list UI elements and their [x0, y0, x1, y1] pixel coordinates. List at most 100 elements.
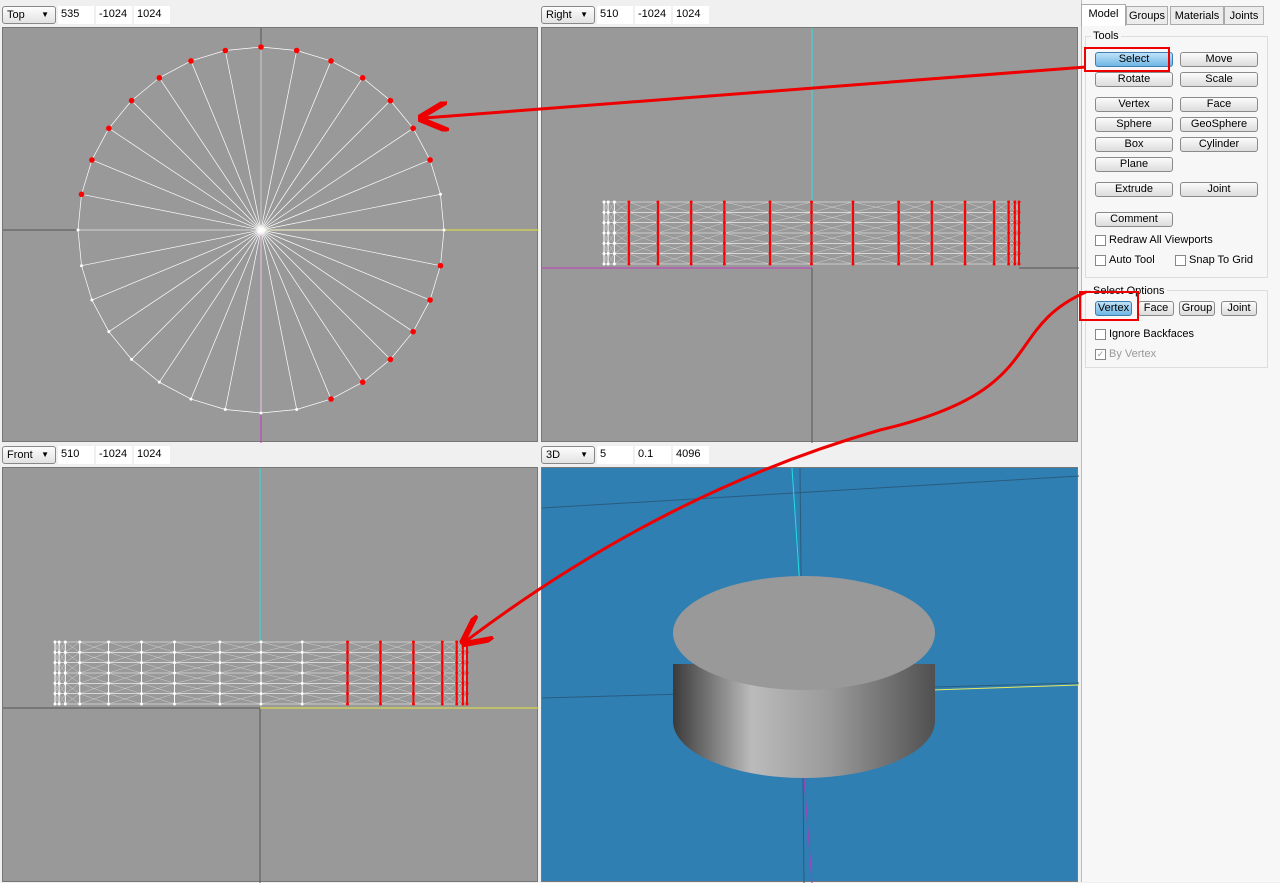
vertex — [378, 692, 382, 696]
view-select[interactable]: Right ▼ — [541, 6, 595, 24]
vertex — [300, 702, 304, 706]
vertex — [602, 210, 606, 214]
wire — [429, 159, 441, 195]
vertex — [897, 241, 901, 245]
vertex — [1013, 241, 1017, 245]
vertex — [992, 262, 996, 266]
checkbox-box[interactable] — [1095, 328, 1106, 340]
sphere-tool-button[interactable]: Sphere — [1095, 117, 1173, 132]
field-3[interactable]: 1024 — [673, 6, 709, 24]
select-face-button[interactable]: Face — [1138, 301, 1174, 316]
vertex — [57, 650, 61, 654]
vertex — [346, 650, 350, 654]
top-viewport[interactable] — [2, 27, 539, 443]
vertex — [259, 692, 263, 696]
vertex — [992, 221, 996, 225]
vertex — [1007, 241, 1011, 245]
vertex — [722, 221, 726, 225]
view-select[interactable]: Front ▼ — [2, 446, 56, 464]
checkbox-box[interactable] — [1175, 254, 1186, 266]
vertex — [140, 671, 144, 675]
field-3[interactable]: 1024 — [134, 6, 170, 24]
vertex — [300, 650, 304, 654]
wire — [77, 194, 82, 231]
tab-joints[interactable]: Joints — [1224, 6, 1264, 25]
comment-tool-button[interactable]: Comment — [1095, 212, 1173, 227]
field-1[interactable]: 510 — [58, 446, 94, 464]
vertex — [606, 252, 610, 256]
scale-tool-button[interactable]: Scale — [1180, 72, 1258, 87]
vertex — [810, 210, 813, 214]
vertex — [63, 671, 67, 675]
wire — [260, 229, 431, 301]
vertex — [851, 231, 855, 235]
vertex — [57, 681, 61, 685]
wire — [190, 229, 262, 400]
vertex — [156, 75, 163, 81]
vertex — [411, 681, 415, 685]
checkbox[interactable]: Ignore Backfaces — [1095, 328, 1194, 340]
checkbox-box[interactable] — [1095, 254, 1106, 266]
vertex — [992, 241, 996, 245]
plane-tool-button[interactable]: Plane — [1095, 157, 1173, 172]
field-2[interactable]: -1024 — [635, 6, 671, 24]
field-1[interactable]: 510 — [597, 6, 633, 24]
highlight-box — [1079, 291, 1139, 321]
move-tool-button[interactable]: Move — [1180, 52, 1258, 67]
vertex — [293, 47, 300, 54]
vertex — [63, 640, 67, 644]
checkbox-box[interactable] — [1095, 234, 1106, 246]
rotate-tool-button[interactable]: Rotate — [1095, 72, 1173, 87]
vertex — [768, 231, 772, 235]
geosphere-tool-button[interactable]: GeoSphere — [1180, 117, 1258, 132]
vertex — [346, 661, 350, 665]
vertex — [1007, 252, 1011, 256]
checkbox[interactable]: ✓ By Vertex — [1095, 348, 1156, 360]
select-group-button[interactable]: Group — [1179, 301, 1215, 316]
checkbox[interactable]: Auto Tool — [1095, 254, 1155, 266]
front-viewport[interactable] — [2, 467, 539, 883]
checkbox[interactable]: Redraw All Viewports — [1095, 234, 1213, 246]
tab-model[interactable]: Model — [1081, 4, 1126, 26]
vertex — [411, 671, 415, 675]
joint-tool-button[interactable]: Joint — [1180, 182, 1258, 197]
box-tool-button[interactable]: Box — [1095, 137, 1173, 152]
vertex-tool-button[interactable]: Vertex — [1095, 97, 1173, 112]
field-2[interactable]: 0.1 — [635, 446, 671, 464]
vertex — [440, 661, 444, 665]
wire — [260, 229, 332, 400]
dropdown-arrow-icon: ▼ — [580, 450, 588, 459]
extrude-tool-button[interactable]: Extrude — [1095, 182, 1173, 197]
vertex — [57, 692, 61, 696]
select-joint-button[interactable]: Joint — [1221, 301, 1257, 316]
vertex — [57, 640, 61, 644]
vertex — [78, 640, 82, 644]
checkbox[interactable]: Snap To Grid — [1175, 254, 1253, 266]
tab-materials[interactable]: Materials — [1170, 6, 1224, 25]
field-2[interactable]: -1024 — [96, 6, 132, 24]
view-select[interactable]: 3D ▼ — [541, 446, 595, 464]
vertex — [1013, 252, 1017, 256]
3d-viewport[interactable] — [541, 467, 1079, 883]
field-1[interactable]: 535 — [58, 6, 94, 24]
view-select[interactable]: Top ▼ — [2, 6, 56, 24]
checkbox-box[interactable]: ✓ — [1095, 348, 1106, 360]
vertex — [172, 702, 176, 706]
vertex — [930, 200, 934, 204]
wire — [260, 60, 332, 231]
right-viewport[interactable] — [541, 27, 1079, 443]
vertex — [851, 252, 855, 256]
vertex — [53, 650, 57, 654]
vertex — [851, 262, 855, 266]
wire — [260, 409, 297, 414]
field-2[interactable]: -1024 — [96, 446, 132, 464]
cylinder-tool-button[interactable]: Cylinder — [1180, 137, 1258, 152]
vertex — [89, 157, 95, 163]
tab-groups[interactable]: Groups — [1126, 6, 1168, 25]
field-3[interactable]: 1024 — [134, 446, 170, 464]
vertex — [627, 262, 631, 266]
checkbox-label: Ignore Backfaces — [1109, 328, 1194, 340]
field-3[interactable]: 4096 — [673, 446, 709, 464]
face-tool-button[interactable]: Face — [1180, 97, 1258, 112]
field-1[interactable]: 5 — [597, 446, 633, 464]
